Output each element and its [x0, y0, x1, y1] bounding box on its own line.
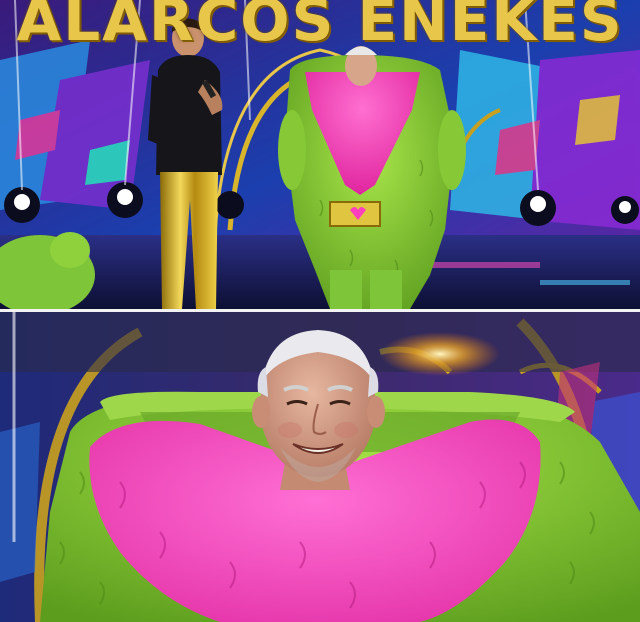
green-prop-left	[0, 232, 95, 309]
closeup-scene	[0, 312, 640, 622]
lens-flare	[380, 332, 500, 376]
bottom-panel	[0, 312, 640, 622]
host-shirt	[156, 55, 222, 175]
show-banner-title: ALARCOS ENEKES	[16, 0, 624, 54]
top-panel: ALARCOS ENEKES	[0, 0, 640, 309]
